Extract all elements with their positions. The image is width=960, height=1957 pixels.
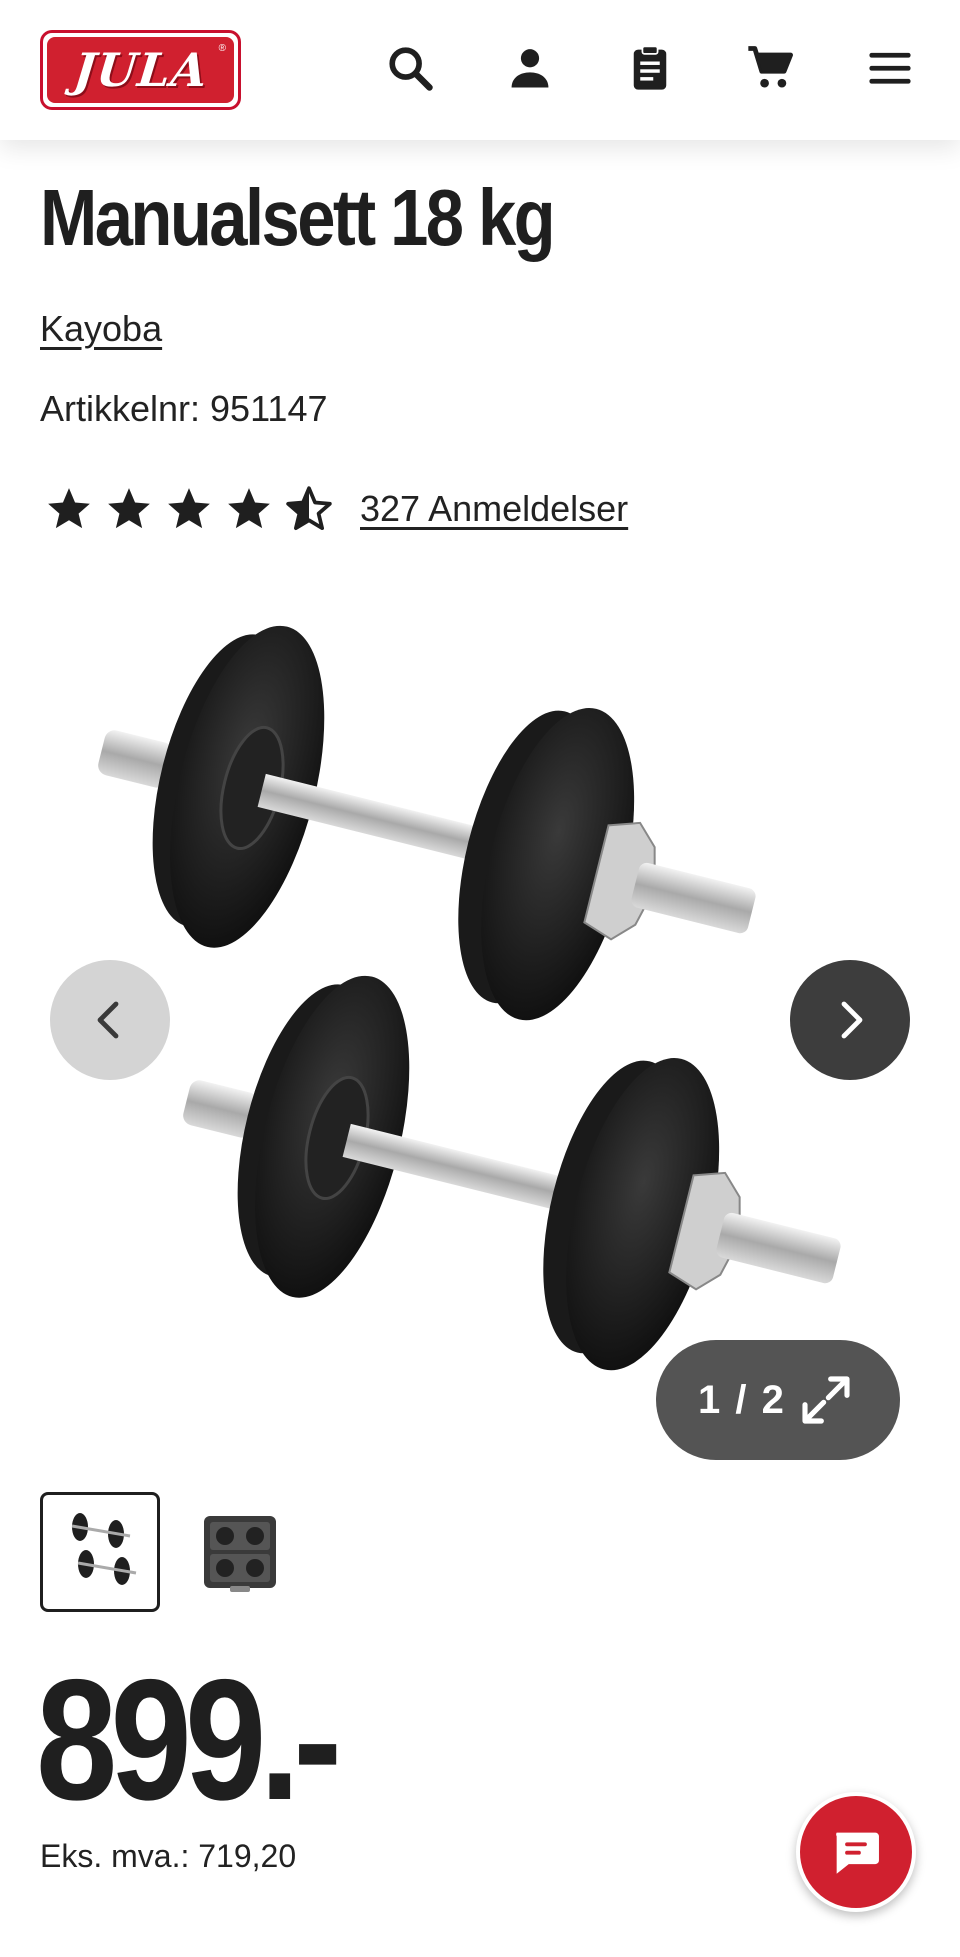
chevron-left-icon xyxy=(97,1001,119,1039)
product-price: 899.- xyxy=(36,1644,342,1836)
chat-button[interactable] xyxy=(796,1792,916,1912)
gallery-next-button[interactable] xyxy=(790,960,910,1080)
logo-text: JULA xyxy=(70,43,211,97)
chat-icon xyxy=(836,1832,879,1874)
user-icon[interactable] xyxy=(498,36,562,100)
gallery-fullscreen-button[interactable]: 1 / 2 xyxy=(656,1340,900,1460)
logo-registered-mark: ® xyxy=(218,43,226,54)
gallery-prev-button[interactable] xyxy=(50,960,170,1080)
clipboard-icon[interactable] xyxy=(618,36,682,100)
rating-stars xyxy=(44,484,334,534)
thumbnail-2[interactable] xyxy=(180,1492,300,1612)
product-title: Manualsett 18 kg xyxy=(40,173,556,262)
site-header: JULA ® xyxy=(0,0,960,140)
article-number: Artikkelnr: 951147 xyxy=(40,388,328,429)
star-half-icon xyxy=(286,486,332,531)
jula-logo[interactable]: JULA ® xyxy=(40,30,241,110)
dumbbells-thumbnail-image xyxy=(71,1513,137,1585)
expand-icon xyxy=(802,1376,850,1424)
logo-badge: JULA ® xyxy=(47,37,234,103)
gallery-counter: 1 / 2 xyxy=(698,1377,786,1422)
star-full-icon xyxy=(168,488,210,529)
brand-link[interactable]: Kayoba xyxy=(40,308,162,350)
cart-icon[interactable] xyxy=(738,36,802,100)
product-image[interactable] xyxy=(40,580,920,1460)
dumbbell-set-image xyxy=(98,625,841,1371)
thumbnail-1[interactable] xyxy=(40,1492,160,1612)
star-full-icon xyxy=(48,488,90,529)
star-full-icon xyxy=(108,488,150,529)
chevron-right-icon xyxy=(841,1001,863,1039)
reviews-link[interactable]: 327 Anmeldelser xyxy=(360,488,628,530)
menu-icon[interactable] xyxy=(858,36,922,100)
star-full-icon xyxy=(228,488,270,529)
case-thumbnail-image xyxy=(204,1516,276,1592)
price-ex-vat: Eks. mva.: 719,20 xyxy=(40,1838,297,1874)
search-icon[interactable] xyxy=(378,36,442,100)
